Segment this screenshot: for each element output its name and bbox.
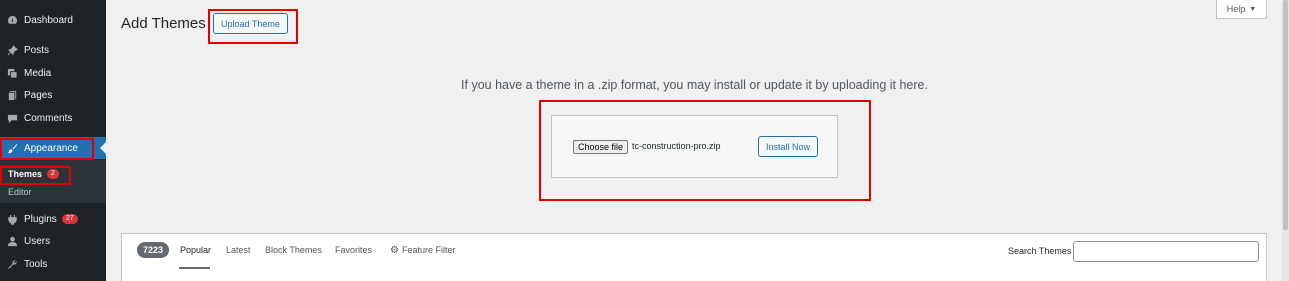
sidebar-item-tools[interactable]: Tools [0, 253, 106, 275]
wrench-icon [6, 258, 18, 270]
filter-popular[interactable]: Popular [180, 245, 211, 255]
plugin-icon [6, 213, 18, 225]
brush-icon [6, 142, 18, 154]
filter-favorites[interactable]: Favorites [335, 245, 372, 255]
feature-filter-label: Feature Filter [401, 245, 456, 255]
sidebar-item-label: Users [24, 235, 51, 247]
appearance-submenu: Themes 2 Editor [0, 160, 106, 203]
scrollbar-thumb[interactable] [1283, 0, 1288, 230]
filter-latest[interactable]: Latest [226, 245, 251, 255]
gear-icon: ⚙ [390, 245, 399, 256]
install-now-button[interactable]: Install Now [758, 136, 819, 157]
help-label: Help [1226, 4, 1246, 14]
upload-instructions: If you have a theme in a .zip format, yo… [461, 78, 928, 92]
submenu-item-editor[interactable]: Editor [8, 187, 32, 197]
chevron-down-icon: ▼ [1249, 5, 1257, 13]
theme-filter-bar: 7223 Popular Latest Block Themes Favorit… [121, 233, 1267, 281]
sidebar-item-label: Dashboard [24, 14, 73, 26]
sidebar-item-posts[interactable]: Posts [0, 39, 106, 61]
sidebar-item-plugins[interactable]: Plugins 27 [0, 208, 106, 230]
sidebar-item-users[interactable]: Users [0, 230, 106, 252]
filter-feature-filter[interactable]: ⚙ Feature Filter [390, 245, 456, 256]
sidebar-item-comments[interactable]: Comments [0, 107, 106, 129]
plugin-update-badge: 27 [61, 214, 78, 224]
sidebar-item-label: Comments [24, 112, 73, 124]
sidebar-item-label: Plugins [24, 213, 57, 225]
upload-form: Choose file tc-construction-pro.zip Inst… [551, 115, 838, 178]
active-filter-underline [179, 267, 210, 269]
submenu-item-themes[interactable]: Themes 2 [8, 169, 59, 179]
sidebar-item-label: Media [24, 67, 52, 79]
pin-icon [6, 44, 18, 56]
sidebar-item-label: Posts [24, 44, 50, 56]
submenu-item-label: Editor [8, 187, 32, 197]
upload-theme-button[interactable]: Upload Theme [213, 13, 288, 34]
choose-file-button[interactable]: Choose file [573, 140, 629, 154]
comment-icon [6, 112, 18, 124]
page-title: Add Themes [121, 15, 206, 32]
admin-sidebar: Dashboard Posts Media Pages Comments App… [0, 0, 106, 281]
sidebar-item-label: Tools [24, 258, 48, 270]
selected-file-name: tc-construction-pro.zip [632, 141, 721, 151]
filter-block-themes[interactable]: Block Themes [265, 245, 322, 255]
dashboard-icon [6, 14, 18, 26]
sidebar-item-label: Appearance [24, 142, 78, 154]
help-tab[interactable]: Help ▼ [1216, 0, 1267, 19]
submenu-item-label: Themes [8, 169, 43, 179]
theme-count-badge: 7223 [137, 242, 170, 258]
sidebar-item-appearance[interactable]: Appearance [0, 137, 106, 159]
user-icon [6, 235, 18, 247]
update-count-badge: 2 [47, 169, 59, 179]
search-themes-label: Search Themes [1008, 246, 1072, 256]
search-themes-input[interactable] [1073, 241, 1259, 262]
sidebar-item-dashboard[interactable]: Dashboard [0, 9, 106, 31]
